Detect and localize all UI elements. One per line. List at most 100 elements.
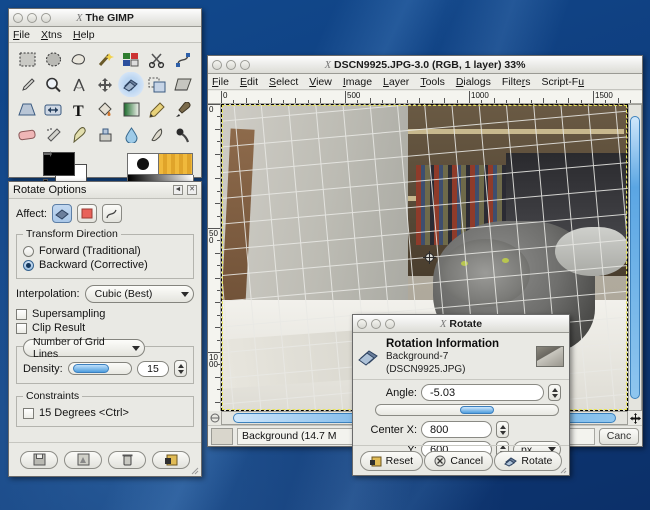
scale-icon[interactable] xyxy=(144,72,170,97)
blur-sharpen-icon[interactable] xyxy=(118,122,144,147)
zoom-icon[interactable] xyxy=(40,72,66,97)
density-slider-knob[interactable] xyxy=(73,364,109,373)
menu-scriptfu[interactable]: Script-Fu xyxy=(541,76,584,88)
rotate-dialog-titlebar[interactable]: XRotate xyxy=(353,315,569,333)
clip-result-checkbox[interactable] xyxy=(16,323,27,334)
restore-options-icon[interactable] xyxy=(64,451,102,469)
cancel-button[interactable]: Cancel xyxy=(424,451,493,471)
transform-layer-icon[interactable] xyxy=(52,204,72,223)
radio-forward[interactable]: Forward (Traditional) xyxy=(23,245,187,257)
shear-icon[interactable] xyxy=(170,72,196,97)
transform-selection-icon[interactable] xyxy=(77,204,97,223)
paths-icon[interactable] xyxy=(170,47,196,72)
ink-icon[interactable] xyxy=(66,122,92,147)
density-value[interactable]: 15 xyxy=(137,361,169,377)
vertical-ruler[interactable]: 05001000 xyxy=(208,104,221,411)
pencil-icon[interactable] xyxy=(144,97,170,122)
image-titlebar[interactable]: XDSCN9925.JPG-3.0 (RGB, 1 layer) 33% xyxy=(208,56,642,74)
color-picker-icon[interactable] xyxy=(14,72,40,97)
save-options-icon[interactable] xyxy=(20,451,58,469)
by-color-select-icon[interactable] xyxy=(118,47,144,72)
menu-file[interactable]: FFileile xyxy=(13,29,30,41)
maximize-icon[interactable] xyxy=(385,319,395,329)
active-pattern-icon[interactable] xyxy=(159,153,193,175)
menu-xtns[interactable]: Xtns xyxy=(41,29,62,41)
constraint-15deg-row[interactable]: 15 Degrees <Ctrl> xyxy=(23,407,187,419)
minimize-icon[interactable] xyxy=(27,13,37,23)
navigation-preview-button[interactable] xyxy=(628,411,642,425)
paintbrush-icon[interactable] xyxy=(170,97,196,122)
status-cancel-button[interactable]: Canc xyxy=(599,428,639,445)
density-stepper[interactable] xyxy=(174,360,187,377)
vertical-scrollbar-thumb[interactable] xyxy=(630,116,640,399)
collapse-icon[interactable]: ◄ xyxy=(173,185,183,195)
menu-dialogs[interactable]: Dialogs xyxy=(456,76,491,88)
menu-view[interactable]: View xyxy=(309,76,332,88)
minimize-icon[interactable] xyxy=(371,319,381,329)
resize-grip[interactable] xyxy=(558,465,567,474)
reset-button[interactable]: Reset xyxy=(360,451,423,471)
rotate-tool-icon[interactable] xyxy=(118,72,144,97)
dodge-burn-icon[interactable] xyxy=(170,122,196,147)
eraser-icon[interactable] xyxy=(14,122,40,147)
delete-options-icon[interactable] xyxy=(108,451,146,469)
supersampling-checkbox[interactable] xyxy=(16,309,27,320)
supersampling-row[interactable]: Supersampling xyxy=(16,308,194,320)
close-icon[interactable] xyxy=(357,319,367,329)
radio-backward-indicator[interactable] xyxy=(23,260,34,271)
quickmask-toggle[interactable] xyxy=(208,411,221,425)
angle-slider[interactable] xyxy=(375,404,559,416)
transform-path-icon[interactable] xyxy=(102,204,122,223)
swap-colors-icon[interactable] xyxy=(43,150,53,160)
clip-result-row[interactable]: Clip Result xyxy=(16,322,194,334)
perspective-icon[interactable] xyxy=(14,97,40,122)
rotation-center-marker[interactable] xyxy=(423,251,436,264)
center-x-input[interactable]: 800 xyxy=(421,421,492,438)
menu-filters[interactable]: Filters xyxy=(502,76,531,88)
grid-mode-select[interactable]: Number of Grid Lines xyxy=(23,339,145,357)
density-slider[interactable] xyxy=(68,362,132,375)
close-icon[interactable] xyxy=(212,60,222,70)
menu-select[interactable]: Select xyxy=(269,76,298,88)
radio-forward-indicator[interactable] xyxy=(23,246,34,257)
maximize-icon[interactable] xyxy=(240,60,250,70)
close-icon[interactable]: ✕ xyxy=(187,185,197,195)
center-x-stepper[interactable] xyxy=(496,421,509,438)
vertical-scrollbar[interactable] xyxy=(628,104,642,411)
maximize-icon[interactable] xyxy=(41,13,51,23)
menu-file[interactable]: File xyxy=(212,76,229,88)
toolbox-titlebar[interactable]: XThe GIMP xyxy=(9,9,201,27)
angle-input[interactable]: -5.03 xyxy=(421,384,544,401)
clone-icon[interactable] xyxy=(92,122,118,147)
reset-options-icon[interactable] xyxy=(152,451,190,469)
text-icon[interactable]: T xyxy=(66,97,92,122)
menu-layer[interactable]: Layer xyxy=(383,76,409,88)
menu-image[interactable]: Image xyxy=(343,76,372,88)
menu-edit[interactable]: Edit xyxy=(240,76,258,88)
angle-slider-knob[interactable] xyxy=(460,406,494,414)
bucket-fill-icon[interactable] xyxy=(92,97,118,122)
move-icon[interactable] xyxy=(92,72,118,97)
magic-wand-icon[interactable] xyxy=(92,47,118,72)
scissors-select-icon[interactable] xyxy=(144,47,170,72)
rotate-button[interactable]: Rotate xyxy=(494,451,562,471)
ellipse-select-icon[interactable] xyxy=(40,47,66,72)
blend-gradient-icon[interactable] xyxy=(118,97,144,122)
resize-grip[interactable] xyxy=(189,465,199,475)
active-brush-icon[interactable] xyxy=(127,153,159,175)
minimize-icon[interactable] xyxy=(226,60,236,70)
angle-stepper[interactable] xyxy=(548,384,561,401)
radio-backward[interactable]: Backward (Corrective) xyxy=(23,259,187,271)
free-select-icon[interactable] xyxy=(66,47,92,72)
flip-icon[interactable] xyxy=(40,97,66,122)
close-icon[interactable] xyxy=(13,13,23,23)
airbrush-icon[interactable] xyxy=(40,122,66,147)
rect-select-icon[interactable] xyxy=(14,47,40,72)
smudge-icon[interactable] xyxy=(144,122,170,147)
menu-tools[interactable]: Tools xyxy=(420,76,445,88)
menu-help[interactable]: Help xyxy=(73,29,95,41)
horizontal-ruler[interactable]: 050010001500 xyxy=(208,91,642,104)
interpolation-select[interactable]: Cubic (Best) xyxy=(85,285,194,303)
measure-icon[interactable] xyxy=(66,72,92,97)
constraint-15deg-checkbox[interactable] xyxy=(23,408,34,419)
